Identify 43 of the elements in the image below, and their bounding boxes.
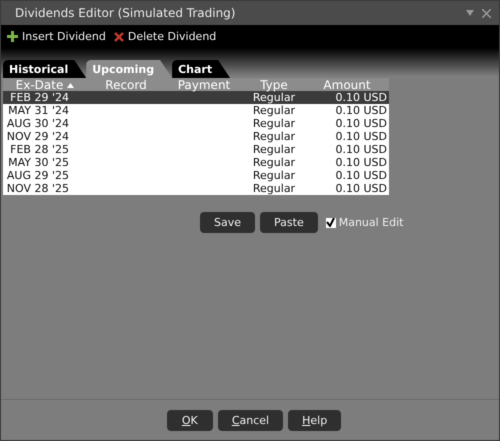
table-cell-text: MAY 30 '25: [7, 156, 70, 169]
close-icon[interactable]: [482, 8, 491, 18]
table-cell-text: AUG 30 '24: [6, 117, 70, 130]
table-row[interactable]: FEB 29 '24 Regular 0.10 USD: [3, 91, 389, 104]
table-cell-text: Regular: [252, 182, 296, 195]
plus-icon: [7, 31, 18, 42]
table-cell-text: MAY 31 '24: [7, 104, 70, 117]
table-cell-text: FEB 29 '24: [9, 91, 70, 104]
tab[interactable]: Chart: [172, 60, 230, 78]
check-icon: [326, 218, 336, 227]
table-cell-text: Regular: [252, 169, 296, 182]
dialog-button[interactable]: Help: [288, 410, 342, 430]
table-cell-text: Regular: [252, 156, 296, 169]
x-icon: [114, 32, 124, 42]
table-cell-text: NOV 29 '24: [6, 130, 70, 143]
tab[interactable]: Historical: [3, 60, 86, 78]
table-cell-text: 0.10 USD: [334, 182, 388, 195]
dialog-button[interactable]: Cancel: [218, 410, 284, 430]
insert-dividend-button[interactable]: Insert Dividend: [7, 30, 106, 43]
table-cell-text: 0.10 USD: [334, 156, 388, 169]
table-cell-text: 0.10 USD: [334, 143, 388, 156]
checkbox[interactable]: [326, 218, 336, 228]
delete-dividend-button[interactable]: Delete Dividend: [114, 30, 216, 43]
table-cell-text: Regular: [252, 130, 296, 143]
dropdown-icon[interactable]: [466, 10, 474, 16]
table-cell-text: Regular: [252, 143, 296, 156]
table-cell-text: 0.10 USD: [334, 104, 388, 117]
table-cell-text: 0.10 USD: [334, 169, 388, 182]
table-cell-text: 0.10 USD: [334, 91, 388, 104]
checkbox-label: Manual Edit: [338, 216, 404, 229]
table-cell-text: NOV 28 '25: [6, 182, 70, 195]
table-cell-text: 0.10 USD: [334, 117, 388, 130]
table-cell-text: AUG 29 '25: [6, 169, 70, 182]
manual-edit-checkbox[interactable]: Manual Edit: [326, 216, 404, 229]
dialog-button[interactable]: OK: [166, 410, 213, 430]
action-button[interactable]: Paste: [260, 212, 318, 233]
table-cell-text: Regular: [252, 104, 296, 117]
action-button[interactable]: Save: [200, 212, 256, 233]
table-cell-text: FEB 28 '25: [9, 143, 70, 156]
table-cell-text: Regular: [252, 117, 296, 130]
table-cell-text: 0.10 USD: [334, 130, 388, 143]
table-cell-text: Regular: [252, 91, 296, 104]
window-title: Dividends Editor (Simulated Trading): [15, 6, 236, 20]
